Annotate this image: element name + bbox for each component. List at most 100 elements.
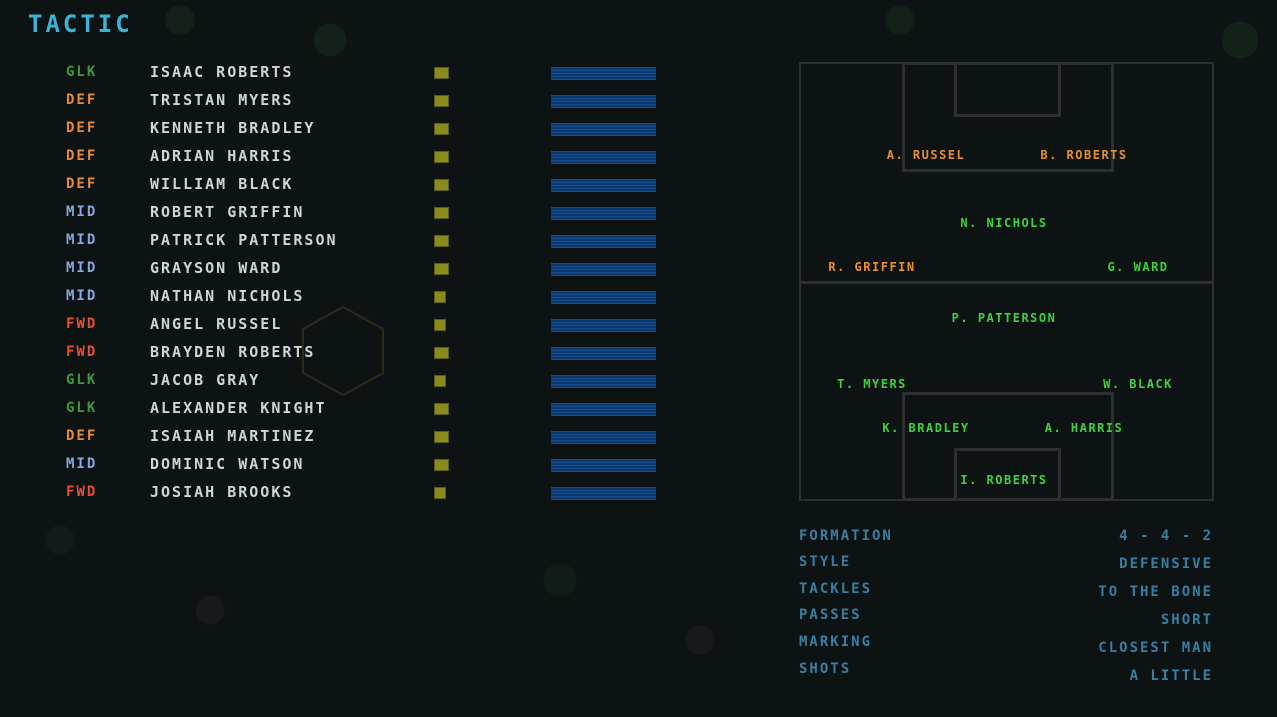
player-name[interactable]: NATHAN NICHOLS <box>150 287 304 305</box>
marking-label: MARKING <box>799 634 873 650</box>
stamina-bar <box>551 179 656 192</box>
player-name[interactable]: ADRIAN HARRIS <box>150 147 293 165</box>
player-name[interactable]: WILLIAM BLACK <box>150 175 293 193</box>
player-name[interactable]: DOMINIC WATSON <box>150 455 304 473</box>
pitch-player-label[interactable]: A. HARRIS <box>1045 421 1124 435</box>
stamina-bar <box>551 431 656 444</box>
pitch <box>799 62 1214 501</box>
player-position: MID <box>66 456 98 472</box>
formation-value[interactable]: 4 - 4 - 2 <box>1119 528 1213 544</box>
condition-indicator <box>434 347 449 359</box>
player-position: MID <box>66 204 98 220</box>
stamina-bar <box>551 319 656 332</box>
roster-row[interactable]: MID DOMINIC WATSON <box>0 451 700 479</box>
roster-row[interactable]: GLK ISAAC ROBERTS <box>0 59 700 87</box>
player-position: GLK <box>66 400 98 416</box>
stamina-bar <box>551 263 656 276</box>
tackles-value[interactable]: TO THE BONE <box>1098 584 1213 600</box>
formation-label: FORMATION <box>799 528 893 544</box>
pitch-player-label[interactable]: N. NICHOLS <box>960 216 1047 230</box>
stamina-bar <box>551 95 656 108</box>
stamina-bar <box>551 487 656 500</box>
player-name[interactable]: PATRICK PATTERSON <box>150 231 338 249</box>
condition-indicator <box>434 291 446 303</box>
stamina-bar <box>551 403 656 416</box>
roster-row[interactable]: MID ROBERT GRIFFIN <box>0 199 700 227</box>
marking-value[interactable]: CLOSEST MAN <box>1098 640 1213 656</box>
player-position: MID <box>66 288 98 304</box>
stamina-bar <box>551 151 656 164</box>
roster-row[interactable]: DEF TRISTAN MYERS <box>0 87 700 115</box>
player-name[interactable]: ISAIAH MARTINEZ <box>150 427 315 445</box>
roster-row[interactable]: MID NATHAN NICHOLS <box>0 283 700 311</box>
top-goal-box <box>954 62 1061 117</box>
roster-row[interactable]: FWD BRAYDEN ROBERTS <box>0 339 700 367</box>
halfway-line <box>799 281 1214 284</box>
pitch-player-label[interactable]: K. BRADLEY <box>882 421 969 435</box>
roster-row[interactable]: GLK ALEXANDER KNIGHT <box>0 395 700 423</box>
roster-row[interactable]: DEF ADRIAN HARRIS <box>0 143 700 171</box>
player-name[interactable]: JACOB GRAY <box>150 371 260 389</box>
condition-indicator <box>434 179 449 191</box>
tackles-label: TACKLES <box>799 581 873 597</box>
player-position: GLK <box>66 372 98 388</box>
condition-indicator <box>434 319 446 331</box>
pitch-player-label[interactable]: W. BLACK <box>1103 377 1173 391</box>
stamina-bar <box>551 459 656 472</box>
stamina-bar <box>551 347 656 360</box>
page-title: TACTIC <box>28 10 133 38</box>
player-name[interactable]: BRAYDEN ROBERTS <box>150 343 315 361</box>
player-name[interactable]: JOSIAH BROOKS <box>150 483 293 501</box>
roster-row[interactable]: GLK JACOB GRAY <box>0 367 700 395</box>
roster-row[interactable]: MID GRAYSON WARD <box>0 255 700 283</box>
shots-label: SHOTS <box>799 661 852 677</box>
player-position: DEF <box>66 428 98 444</box>
pitch-player-label[interactable]: R. GRIFFIN <box>828 260 915 274</box>
pitch-player-label[interactable]: G. WARD <box>1107 260 1168 274</box>
roster-row[interactable]: FWD ANGEL RUSSEL <box>0 311 700 339</box>
pitch-player-label[interactable]: I. ROBERTS <box>960 473 1047 487</box>
player-name[interactable]: TRISTAN MYERS <box>150 91 293 109</box>
player-position: DEF <box>66 148 98 164</box>
player-position: MID <box>66 232 98 248</box>
player-name[interactable]: GRAYSON WARD <box>150 259 282 277</box>
condition-indicator <box>434 263 449 275</box>
player-name[interactable]: ROBERT GRIFFIN <box>150 203 304 221</box>
condition-indicator <box>434 67 449 79</box>
roster-row[interactable]: DEF WILLIAM BLACK <box>0 171 700 199</box>
pitch-player-label[interactable]: P. PATTERSON <box>952 311 1057 325</box>
pitch-player-label[interactable]: T. MYERS <box>837 377 907 391</box>
pitch-player-label[interactable]: B. ROBERTS <box>1040 148 1127 162</box>
condition-indicator <box>434 95 449 107</box>
condition-indicator <box>434 123 449 135</box>
condition-indicator <box>434 431 449 443</box>
player-position: MID <box>66 260 98 276</box>
condition-indicator <box>434 487 446 499</box>
player-position: DEF <box>66 120 98 136</box>
stamina-bar <box>551 375 656 388</box>
player-position: FWD <box>66 316 98 332</box>
condition-indicator <box>434 403 449 415</box>
player-name[interactable]: ISAAC ROBERTS <box>150 63 293 81</box>
player-name[interactable]: KENNETH BRADLEY <box>150 119 315 137</box>
passes-value[interactable]: SHORT <box>1161 612 1213 628</box>
roster-row[interactable]: FWD JOSIAH BROOKS <box>0 479 700 507</box>
roster-row[interactable]: DEF KENNETH BRADLEY <box>0 115 700 143</box>
player-name[interactable]: ALEXANDER KNIGHT <box>150 399 327 417</box>
shots-value[interactable]: A LITTLE <box>1130 668 1213 684</box>
stamina-bar <box>551 235 656 248</box>
style-value[interactable]: DEFENSIVE <box>1119 556 1213 572</box>
roster-row[interactable]: DEF ISAIAH MARTINEZ <box>0 423 700 451</box>
player-name[interactable]: ANGEL RUSSEL <box>150 315 282 333</box>
stamina-bar <box>551 291 656 304</box>
pitch-player-label[interactable]: A. RUSSEL <box>887 148 966 162</box>
condition-indicator <box>434 375 446 387</box>
condition-indicator <box>434 459 449 471</box>
player-position: DEF <box>66 92 98 108</box>
passes-label: PASSES <box>799 607 862 623</box>
player-position: GLK <box>66 64 98 80</box>
stamina-bar <box>551 123 656 136</box>
stamina-bar <box>551 67 656 80</box>
roster-row[interactable]: MID PATRICK PATTERSON <box>0 227 700 255</box>
player-position: DEF <box>66 176 98 192</box>
